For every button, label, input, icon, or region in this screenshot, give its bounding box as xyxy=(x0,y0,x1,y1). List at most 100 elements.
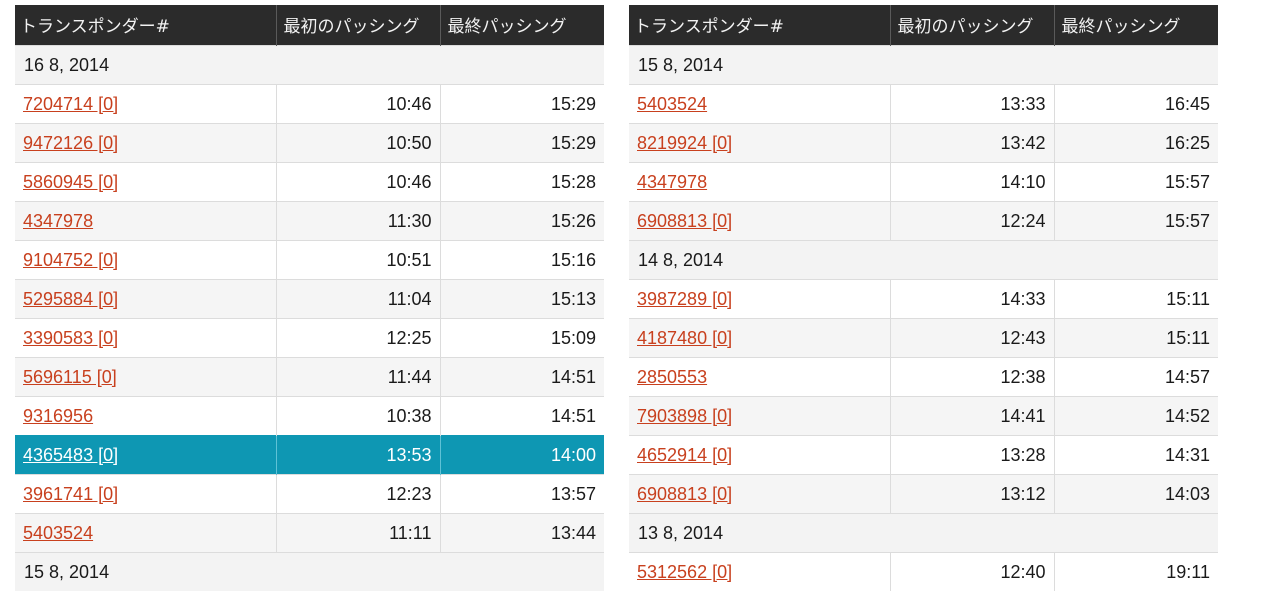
transponder-cell: 3961741 [0] xyxy=(15,475,276,514)
date-label: 15 8, 2014 xyxy=(15,553,604,591)
table-row[interactable]: 5312562 [0]12:4019:11 xyxy=(629,553,1218,591)
column-header-transponder[interactable]: トランスポンダー# xyxy=(629,5,890,46)
transponder-cell: 4187480 [0] xyxy=(629,319,890,358)
table-row[interactable]: 6908813 [0]12:2415:57 xyxy=(629,202,1218,241)
table-row[interactable]: 434797814:1015:57 xyxy=(629,163,1218,202)
transponder-link[interactable]: 9104752 [0] xyxy=(23,250,118,270)
transponder-link[interactable]: 6908813 [0] xyxy=(637,484,732,504)
column-header-transponder[interactable]: トランスポンダー# xyxy=(15,5,276,46)
transponder-cell: 8219924 [0] xyxy=(629,124,890,163)
last-passing-cell: 15:11 xyxy=(1054,319,1218,358)
last-passing-cell: 14:00 xyxy=(440,436,604,475)
transponder-link[interactable]: 5295884 [0] xyxy=(23,289,118,309)
first-passing-cell: 11:44 xyxy=(276,358,440,397)
transponder-link[interactable]: 5403524 xyxy=(23,523,93,543)
last-passing-cell: 14:51 xyxy=(440,397,604,436)
table-row[interactable]: 5860945 [0]10:4615:28 xyxy=(15,163,604,202)
transponder-link[interactable]: 5312562 [0] xyxy=(637,562,732,582)
transponder-link[interactable]: 7903898 [0] xyxy=(637,406,732,426)
transponder-link[interactable]: 6908813 [0] xyxy=(637,211,732,231)
table-row[interactable]: 4652914 [0]13:2814:31 xyxy=(629,436,1218,475)
column-header-first-passing[interactable]: 最初のパッシング xyxy=(890,5,1054,46)
last-passing-cell: 13:44 xyxy=(440,514,604,553)
first-passing-cell: 10:46 xyxy=(276,85,440,124)
transponder-link[interactable]: 5696115 [0] xyxy=(23,367,117,387)
last-passing-cell: 16:25 xyxy=(1054,124,1218,163)
table-row[interactable]: 8219924 [0] 13:4216:25 xyxy=(629,124,1218,163)
transponder-cell: 4347978 xyxy=(15,202,276,241)
table-row[interactable]: 4347978 11:3015:26 xyxy=(15,202,604,241)
transponder-cell: 5312562 [0] xyxy=(629,553,890,591)
transponder-link[interactable]: 5860945 [0] xyxy=(23,172,118,192)
first-passing-cell: 11:30 xyxy=(276,202,440,241)
table-row[interactable]: 3961741 [0] 12:2313:57 xyxy=(15,475,604,514)
first-passing-cell: 14:10 xyxy=(890,163,1054,202)
transponder-link[interactable]: 7204714 [0] xyxy=(23,94,118,114)
transponder-link[interactable]: 4365483 [0] xyxy=(23,445,118,465)
last-passing-cell: 15:57 xyxy=(1054,202,1218,241)
column-header-last-passing[interactable]: 最終パッシング xyxy=(440,5,604,46)
last-passing-cell: 16:45 xyxy=(1054,85,1218,124)
table-row[interactable]: 9316956 10:3814:51 xyxy=(15,397,604,436)
transponder-cell: 3390583 [0] xyxy=(15,319,276,358)
date-label: 14 8, 2014 xyxy=(629,241,1218,280)
transponder-cell: 5403524 xyxy=(629,85,890,124)
table-row[interactable]: 4187480 [0]12:4315:11 xyxy=(629,319,1218,358)
transponder-cell: 4652914 [0] xyxy=(629,436,890,475)
table-row[interactable]: 9104752 [0]10:5115:16 xyxy=(15,241,604,280)
first-passing-cell: 12:38 xyxy=(890,358,1054,397)
table-row[interactable]: 7903898 [0] 14:4114:52 xyxy=(629,397,1218,436)
transponder-link[interactable]: 9472126 [0] xyxy=(23,133,118,153)
transponder-link[interactable]: 8219924 [0] xyxy=(637,133,732,153)
table-row[interactable]: 5403524 11:1113:44 xyxy=(15,514,604,553)
table-row[interactable]: 5696115 [0]11:4414:51 xyxy=(15,358,604,397)
first-passing-cell: 12:25 xyxy=(276,319,440,358)
transponder-link[interactable]: 3961741 [0] xyxy=(23,484,118,504)
column-header-last-passing[interactable]: 最終パッシング xyxy=(1054,5,1218,46)
transponder-cell: 2850553 xyxy=(629,358,890,397)
date-group-row: 15 8, 2014 xyxy=(15,553,604,591)
table-row[interactable]: 9472126 [0]10:5015:29 xyxy=(15,124,604,163)
table-row[interactable]: 285055312:3814:57 xyxy=(629,358,1218,397)
table-header-row: トランスポンダー# 最初のパッシング 最終パッシング xyxy=(15,5,604,46)
first-passing-cell: 13:12 xyxy=(890,475,1054,514)
table-row[interactable]: 7204714 [0]10:4615:29 xyxy=(15,85,604,124)
first-passing-cell: 10:38 xyxy=(276,397,440,436)
first-passing-cell: 11:11 xyxy=(276,514,440,553)
last-passing-cell: 19:11 xyxy=(1054,553,1218,591)
first-passing-cell: 10:51 xyxy=(276,241,440,280)
transponder-link[interactable]: 4187480 [0] xyxy=(637,328,732,348)
column-header-first-passing[interactable]: 最初のパッシング xyxy=(276,5,440,46)
transponder-link[interactable]: 4347978 xyxy=(23,211,93,231)
table-row[interactable]: 3987289 [0]14:3315:11 xyxy=(629,280,1218,319)
transponder-link[interactable]: 5403524 xyxy=(637,94,707,114)
table-row[interactable]: 3390583 [0]12:2515:09 xyxy=(15,319,604,358)
date-label: 13 8, 2014 xyxy=(629,514,1218,553)
transponder-cell: 9316956 xyxy=(15,397,276,436)
first-passing-cell: 13:42 xyxy=(890,124,1054,163)
table-row[interactable]: 5295884 [0] 11:0415:13 xyxy=(15,280,604,319)
last-passing-cell: 14:52 xyxy=(1054,397,1218,436)
first-passing-cell: 11:04 xyxy=(276,280,440,319)
transponder-link[interactable]: 9316956 xyxy=(23,406,93,426)
last-passing-cell: 15:26 xyxy=(440,202,604,241)
transponder-cell: 7204714 [0] xyxy=(15,85,276,124)
table-row-selected[interactable]: 4365483 [0]13:5314:00 xyxy=(15,436,604,475)
transponder-link[interactable]: 4652914 [0] xyxy=(637,445,732,465)
transponder-cell: 6908813 [0] xyxy=(629,475,890,514)
passings-table-right: トランスポンダー# 最初のパッシング 最終パッシング 15 8, 2014540… xyxy=(629,5,1218,591)
table-row[interactable]: 540352413:3316:45 xyxy=(629,85,1218,124)
first-passing-cell: 12:23 xyxy=(276,475,440,514)
first-passing-cell: 14:41 xyxy=(890,397,1054,436)
first-passing-cell: 10:46 xyxy=(276,163,440,202)
transponder-link[interactable]: 4347978 xyxy=(637,172,707,192)
last-passing-cell: 13:57 xyxy=(440,475,604,514)
transponder-link[interactable]: 3987289 [0] xyxy=(637,289,732,309)
first-passing-cell: 13:28 xyxy=(890,436,1054,475)
transponder-link[interactable]: 3390583 [0] xyxy=(23,328,118,348)
transponder-link[interactable]: 2850553 xyxy=(637,367,707,387)
transponder-cell: 5696115 [0] xyxy=(15,358,276,397)
table-row[interactable]: 6908813 [0]13:1214:03 xyxy=(629,475,1218,514)
transponder-cell: 5295884 [0] xyxy=(15,280,276,319)
last-passing-cell: 15:13 xyxy=(440,280,604,319)
